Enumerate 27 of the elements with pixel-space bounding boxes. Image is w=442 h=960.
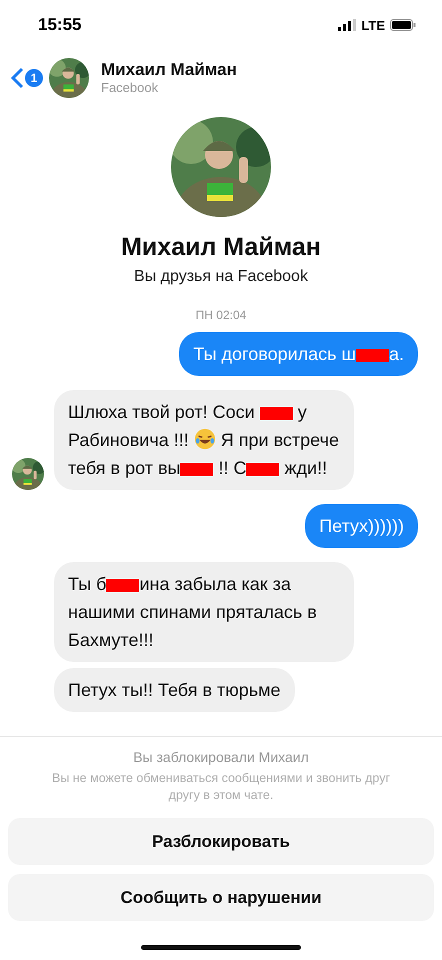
network-label: LTE xyxy=(361,18,385,32)
contact-name: Михаил Майман xyxy=(101,60,237,80)
back-button[interactable]: 1 xyxy=(10,66,43,88)
redaction-bar xyxy=(260,406,293,420)
blocked-title: Вы заблокировали Михаил xyxy=(133,749,309,765)
redaction-bar xyxy=(180,462,214,476)
sent-message: Петух)))))) xyxy=(305,504,418,548)
back-chevron-icon xyxy=(10,66,24,88)
redaction-bar xyxy=(356,348,389,362)
redaction-bar xyxy=(106,578,140,592)
sent-message: Ты договорилась ш а. xyxy=(179,332,418,376)
report-button[interactable]: Сообщить о нарушении xyxy=(8,874,434,921)
received-message: Ты б ина забыла как за нашими спинами пряталась в Бахмуте!!! xyxy=(54,562,354,662)
message-timestamp: ПН 02:04 xyxy=(196,308,246,322)
status-time: 15:55 xyxy=(38,15,82,35)
blocked-description: Вы не можете обмениваться сообщениями и звонить друг другу в этом чате. xyxy=(50,770,391,804)
received-message: Шлюха твой рот! Соси у Рабиновича !!! Я при встрече тебя в рот вы !! С жди!! xyxy=(54,390,354,490)
received-message: Петух ты!! Тебя в тюрьме xyxy=(54,668,295,712)
laughing-emoji-icon xyxy=(194,428,216,450)
friendship-status: Вы друзья на Facebook xyxy=(134,268,308,286)
battery-icon xyxy=(390,19,416,31)
signal-icon xyxy=(338,19,356,31)
unread-badge: 1 xyxy=(25,68,43,86)
profile-name: Михаил Майман xyxy=(121,233,321,262)
redaction-bar xyxy=(246,462,280,476)
contact-source: Facebook xyxy=(101,80,160,95)
unblock-button[interactable]: Разблокировать xyxy=(8,818,434,865)
